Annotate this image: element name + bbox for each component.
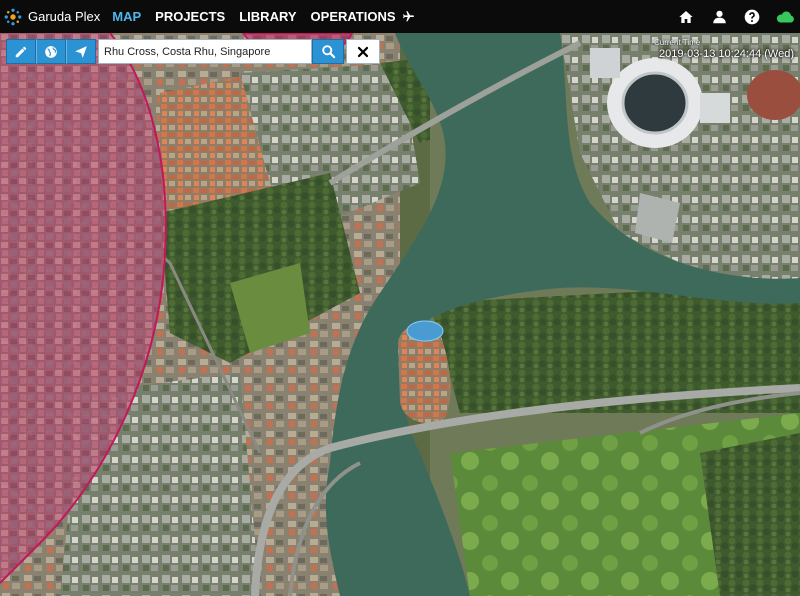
nav-operations[interactable]: OPERATIONS (311, 9, 415, 24)
app-logo[interactable]: Garuda Plex (4, 8, 112, 26)
close-icon (357, 46, 369, 57)
location-search-input[interactable] (98, 39, 312, 64)
nav-map-label: MAP (112, 9, 142, 24)
current-time-panel: Current Time 2019-03-13 10:24:44 (Wed) (642, 38, 794, 60)
brand-name: Garuda Plex (28, 9, 101, 24)
draw-tool-button[interactable] (6, 39, 36, 64)
send-tool-button[interactable] (66, 39, 96, 64)
user-button[interactable] (710, 8, 728, 26)
map-toolbar (6, 39, 380, 64)
top-navbar: Garuda Plex MAP PROJECTS LIBRARY OPERATI… (0, 0, 800, 33)
nav-projects[interactable]: PROJECTS (155, 9, 225, 24)
globe-tool-button[interactable] (36, 39, 66, 64)
help-button[interactable] (743, 8, 761, 26)
pencil-icon (15, 46, 27, 57)
nav-library-label: LIBRARY (239, 9, 297, 24)
help-icon (744, 9, 760, 24)
current-time-label: Current Time (654, 38, 701, 47)
plane-icon (402, 11, 414, 22)
cloud-status-button[interactable] (776, 8, 794, 26)
nav-operations-label: OPERATIONS (310, 9, 396, 24)
nav-library[interactable]: LIBRARY (239, 9, 296, 24)
user-icon (712, 10, 726, 23)
top-right-actions (662, 0, 794, 33)
send-icon (75, 45, 87, 58)
nav-projects-label: PROJECTS (155, 9, 226, 24)
globe-icon (45, 45, 57, 58)
map-canvas[interactable] (0, 33, 800, 596)
satellite-map[interactable] (0, 33, 800, 596)
nav-map[interactable]: MAP (112, 9, 141, 24)
current-time-value: 2019-03-13 10:24:44 (Wed) (659, 48, 794, 60)
logo-icon (4, 8, 22, 25)
home-icon (679, 10, 693, 23)
home-button[interactable] (677, 8, 695, 26)
search-icon (321, 45, 335, 59)
clear-search-button[interactable] (346, 39, 380, 64)
search-button[interactable] (312, 39, 344, 64)
cloud-icon (776, 10, 794, 23)
